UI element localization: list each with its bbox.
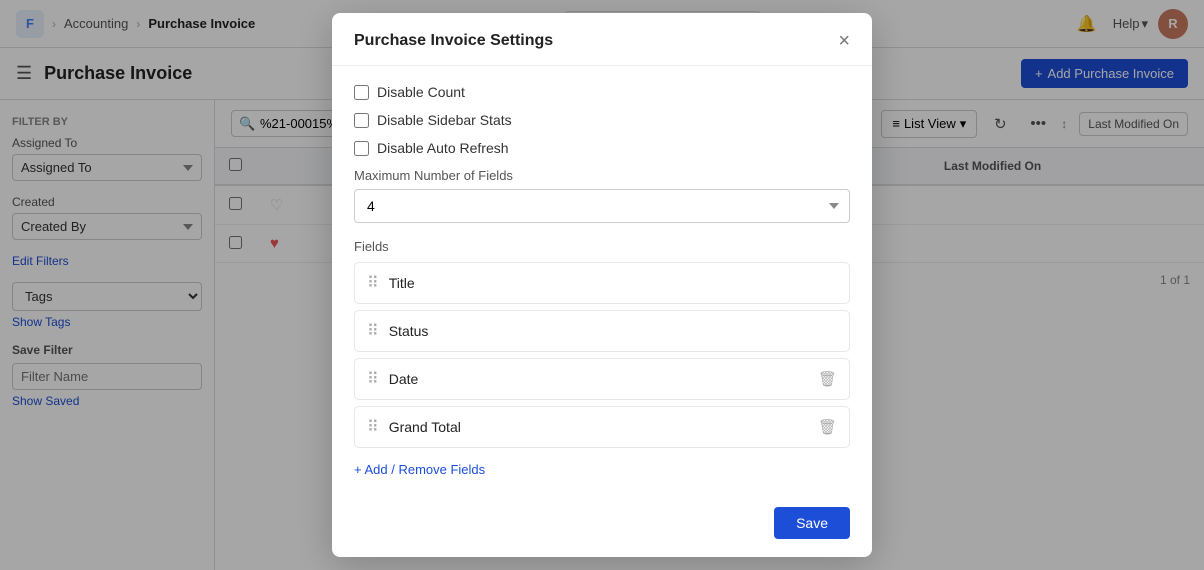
field-row-date: ⠿ Date 🗑 (354, 358, 850, 400)
field-row-title: ⠿ Title (354, 262, 850, 304)
delete-date-button[interactable]: 🗑 (818, 370, 837, 388)
max-number-label: Maximum Number of Fields (354, 168, 850, 183)
disable-sidebar-stats-row: Disable Sidebar Stats (354, 112, 850, 128)
field-name-title: Title (389, 275, 837, 291)
modal-title: Purchase Invoice Settings (354, 32, 553, 50)
field-row-grand-total: ⠿ Grand Total 🗑 (354, 406, 850, 448)
add-remove-fields-link[interactable]: + Add / Remove Fields (354, 462, 485, 477)
disable-auto-refresh-checkbox[interactable] (354, 141, 369, 156)
delete-grand-total-button[interactable]: 🗑 (818, 418, 837, 436)
modal-body: Disable Count Disable Sidebar Stats Disa… (332, 66, 872, 495)
settings-modal: Purchase Invoice Settings × Disable Coun… (332, 13, 872, 557)
modal-close-button[interactable]: × (838, 31, 850, 51)
field-name-status: Status (389, 323, 837, 339)
save-button[interactable]: Save (774, 507, 850, 539)
disable-auto-refresh-label: Disable Auto Refresh (377, 140, 509, 156)
disable-count-label: Disable Count (377, 84, 465, 100)
disable-count-row: Disable Count (354, 84, 850, 100)
status-drag-icon[interactable]: ⠿ (367, 321, 379, 341)
field-row-status: ⠿ Status (354, 310, 850, 352)
disable-auto-refresh-row: Disable Auto Refresh (354, 140, 850, 156)
modal-overlay[interactable]: Purchase Invoice Settings × Disable Coun… (0, 0, 1204, 570)
modal-footer: Save (332, 495, 872, 557)
disable-count-checkbox[interactable] (354, 85, 369, 100)
max-number-select[interactable]: 1 2 3 4 5 6 7 8 (354, 189, 850, 223)
field-name-grand-total: Grand Total (389, 419, 808, 435)
max-number-select-wrap: 1 2 3 4 5 6 7 8 (354, 189, 850, 223)
modal-header: Purchase Invoice Settings × (332, 13, 872, 66)
title-drag-icon[interactable]: ⠿ (367, 273, 379, 293)
disable-sidebar-stats-checkbox[interactable] (354, 113, 369, 128)
grand-total-drag-icon[interactable]: ⠿ (367, 417, 379, 437)
date-drag-icon[interactable]: ⠿ (367, 369, 379, 389)
fields-label: Fields (354, 239, 850, 254)
field-name-date: Date (389, 371, 808, 387)
disable-sidebar-stats-label: Disable Sidebar Stats (377, 112, 512, 128)
